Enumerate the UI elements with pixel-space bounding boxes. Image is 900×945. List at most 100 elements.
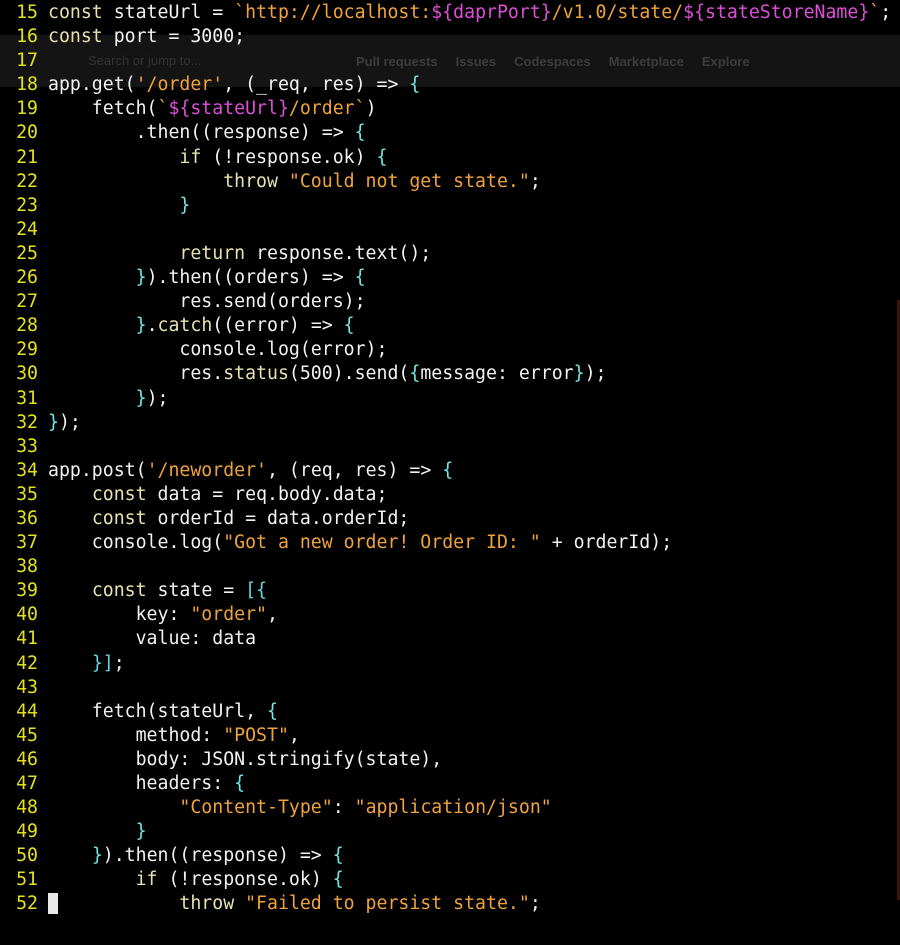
code-token: throw — [223, 170, 289, 192]
code-token: { — [332, 845, 344, 867]
line-number: 28 — [16, 315, 38, 337]
code-line[interactable]: 23 } — [0, 194, 900, 218]
code-token: ${stateStoreName} — [683, 2, 870, 23]
code-token: , (_req, res) => — [223, 74, 410, 96]
code-line[interactable]: 44 fetch(stateUrl, { — [0, 700, 900, 724]
code-token: return — [179, 242, 257, 264]
code-token: } — [135, 315, 147, 337]
code-token: (500).send( — [288, 363, 410, 385]
code-line[interactable]: 42 }]; — [0, 652, 900, 676]
line-code: fetch(stateUrl, { — [48, 700, 278, 724]
code-token: } — [135, 267, 147, 289]
code-line[interactable]: 39 const state = [{ — [0, 579, 900, 603]
code-line[interactable]: 48 "Content-Type": "application/json" — [0, 796, 900, 820]
code-line[interactable]: 20 .then((response) => { — [0, 121, 900, 145]
terminal-window[interactable]: Search or jump to... Pull requests Issue… — [0, 0, 900, 945]
code-token: "POST" — [223, 724, 289, 746]
code-line[interactable]: 19 fetch(`${stateUrl}/order`) — [0, 97, 900, 121]
line-code: throw "Failed to persist state."; — [48, 892, 540, 916]
line-number: 45 — [16, 724, 38, 746]
code-line[interactable]: 34 app.post('/neworder', (req, res) => { — [0, 459, 900, 483]
line-number: 42 — [16, 652, 38, 674]
line-code: console.log(error); — [48, 338, 387, 362]
code-token: console.log(error); — [48, 339, 388, 361]
line-number: 23 — [16, 194, 38, 216]
line-number: 41 — [16, 628, 38, 650]
line-number: 36 — [16, 507, 38, 529]
code-line[interactable]: 27 res.send(orders); — [0, 290, 900, 314]
code-line[interactable]: 29 console.log(error); — [0, 338, 900, 362]
code-line[interactable]: 52 throw "Failed to persist state."; — [0, 892, 900, 916]
line-code: .then((response) => { — [48, 121, 366, 145]
line-code: headers: { — [48, 772, 246, 796]
line-number: 40 — [16, 604, 38, 626]
code-token: } — [135, 387, 147, 409]
line-code: res.status(500).send({message: error}); — [48, 362, 606, 386]
code-token: method: — [48, 724, 224, 746]
code-line[interactable]: 47 headers: { — [0, 772, 900, 796]
code-token: } — [573, 363, 585, 385]
code-token: { — [267, 700, 278, 722]
code-token: throw — [179, 893, 246, 915]
code-token: ); — [146, 387, 169, 409]
code-token: ${daprPort} — [431, 2, 552, 23]
line-code: key: "order", — [48, 603, 278, 627]
code-line[interactable]: 17 — [0, 49, 900, 73]
code-line[interactable]: 45 method: "POST", — [0, 724, 900, 748]
code-token: ; — [529, 170, 541, 192]
line-code: }).then((orders) => { — [48, 266, 366, 290]
code-line[interactable]: 35 const data = req.body.data; — [0, 483, 900, 507]
code-token: : — [332, 797, 355, 819]
line-code: } — [48, 820, 147, 844]
code-token: ; — [880, 2, 892, 23]
code-token: (!response.ok) — [168, 869, 333, 891]
line-number: 47 — [16, 773, 38, 794]
code-line[interactable]: 36 const orderId = data.orderId; — [0, 507, 900, 531]
code-line[interactable]: 24 — [0, 218, 900, 242]
code-line[interactable]: 50 }).then((response) => { — [0, 844, 900, 868]
code-line[interactable]: 31 }); — [0, 387, 900, 411]
code-token: res.send(orders); — [48, 291, 366, 313]
code-line[interactable]: 26 }).then((orders) => { — [0, 266, 900, 290]
code-line[interactable]: 51 if (!response.ok) { — [0, 868, 900, 892]
line-code: }]; — [48, 652, 125, 676]
code-line[interactable]: 15 const stateUrl = `http://localhost:${d… — [0, 1, 900, 25]
code-line[interactable]: 41 value: data — [0, 627, 900, 651]
code-line[interactable]: 49 } — [0, 820, 900, 844]
code-line[interactable]: 21 if (!response.ok) { — [0, 146, 900, 170]
code-token: { — [234, 773, 246, 794]
code-token: } — [48, 411, 59, 433]
code-line[interactable]: 33 — [0, 435, 900, 459]
line-number: 37 — [16, 532, 38, 554]
line-code: if (!response.ok) { — [48, 868, 344, 892]
code-token: response.text(); — [256, 242, 432, 264]
code-token: [{ — [245, 580, 268, 602]
code-line[interactable]: 25 return response.text(); — [0, 242, 900, 266]
line-number: 22 — [16, 170, 38, 192]
code-line[interactable]: 37 console.log("Got a new order! Order I… — [0, 531, 900, 555]
code-line[interactable]: 43 — [0, 676, 900, 700]
code-line[interactable]: 18 app.get('/order', (_req, res) => { — [0, 73, 900, 97]
code-token: { — [376, 146, 388, 168]
code-line[interactable]: 46 body: JSON.stringify(state), — [0, 748, 900, 772]
line-code: const data = req.body.data; — [48, 483, 388, 507]
code-token: const — [91, 483, 158, 505]
code-line[interactable]: 22 throw "Could not get state."; — [0, 170, 900, 194]
line-code: return response.text(); — [48, 242, 431, 266]
code-editor[interactable]: 15 const stateUrl = `http://localhost:${d… — [0, 1, 900, 917]
code-line[interactable]: 40 key: "order", — [0, 603, 900, 627]
line-number: 44 — [16, 700, 38, 722]
code-line[interactable]: 32}); — [0, 411, 900, 435]
code-line[interactable]: 38 — [0, 555, 900, 579]
line-number: 43 — [16, 676, 38, 698]
code-token: "application/json" — [354, 797, 552, 819]
code-line[interactable]: 28 }.catch((error) => { — [0, 314, 900, 338]
code-line[interactable]: 16 const port = 3000; — [0, 25, 900, 49]
code-token: "Could not get state." — [288, 170, 530, 192]
code-line[interactable]: 30 res.status(500).send({message: error}… — [0, 362, 900, 386]
